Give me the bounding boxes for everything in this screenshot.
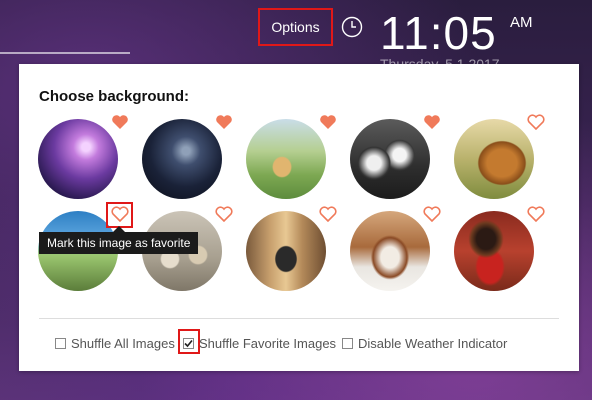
background-thumb-9[interactable] [350, 211, 430, 291]
top-divider-line [0, 52, 130, 54]
options-button[interactable]: Options [258, 8, 333, 46]
heart-icon[interactable] [423, 206, 441, 222]
heart-icon[interactable] [215, 206, 233, 222]
background-thumb-2[interactable] [142, 119, 222, 199]
panel-divider [39, 318, 559, 319]
clock-icon[interactable] [341, 16, 363, 38]
background-thumb-8[interactable] [246, 211, 326, 291]
checkmark-icon [184, 339, 193, 348]
clock-time: 11:05 [380, 7, 497, 59]
shuffle-all-option[interactable]: Shuffle All Images [55, 336, 175, 351]
shuffle-favorite-label: Shuffle Favorite Images [199, 336, 337, 351]
heart-icon[interactable] [111, 114, 129, 130]
heart-icon[interactable] [111, 206, 129, 222]
panel-title: Choose background: [39, 88, 190, 105]
disable-weather-option[interactable]: Disable Weather Indicator [342, 336, 507, 351]
background-panel: Choose background: Mark this image as fa… [19, 64, 579, 371]
disable-weather-label: Disable Weather Indicator [358, 336, 508, 351]
heart-icon[interactable] [423, 114, 441, 130]
background-thumb-10[interactable] [454, 211, 534, 291]
shuffle-all-checkbox[interactable] [55, 338, 66, 349]
heart-icon[interactable] [319, 206, 337, 222]
heart-icon[interactable] [215, 114, 233, 130]
background-thumb-1[interactable] [38, 119, 118, 199]
background-thumb-3[interactable] [246, 119, 326, 199]
background-thumb-5[interactable] [454, 119, 534, 199]
shuffle-favorite-checkbox[interactable] [183, 338, 194, 349]
disable-weather-checkbox[interactable] [342, 338, 353, 349]
options-label: Options [271, 19, 320, 35]
shuffle-all-label: Shuffle All Images [71, 336, 175, 351]
heart-icon[interactable] [319, 114, 337, 130]
background-thumb-4[interactable] [350, 119, 430, 199]
shuffle-favorite-option[interactable]: Shuffle Favorite Images [183, 336, 336, 351]
favorite-tooltip: Mark this image as favorite [39, 226, 199, 254]
heart-icon[interactable] [527, 114, 545, 130]
heart-icon[interactable] [527, 206, 545, 222]
clock-ampm: AM [510, 14, 533, 31]
